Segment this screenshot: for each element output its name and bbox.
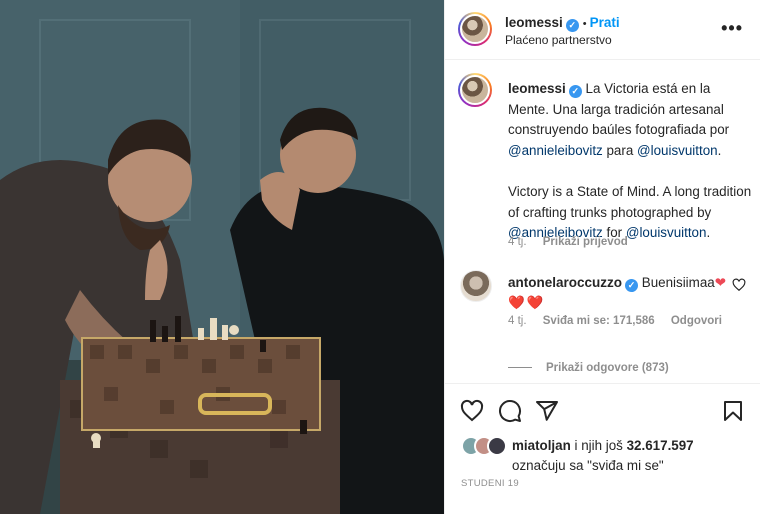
author-line: leomessi ✓ • Prati [505, 14, 620, 32]
comment-icon[interactable] [498, 399, 522, 423]
caption-time[interactable]: 4 tj. [508, 236, 527, 248]
caption-english: Victory is a State of Mind. A long tradi… [508, 184, 752, 220]
caption-avatar[interactable] [458, 73, 492, 107]
post-sidebar: leomessi ✓ • Prati Plaćeno partnerstvo ••• … [444, 0, 760, 514]
verified-badge-icon: ✓ [625, 279, 639, 292]
liker-username[interactable]: miatoljan [512, 438, 571, 453]
translate-button[interactable]: Prikaži prijevod [543, 236, 628, 248]
caption-text: leomessi ✓ La Victoria está en la Mente. … [508, 79, 752, 244]
verified-badge-icon: ✓ [568, 85, 582, 98]
likes-count[interactable]: 32.617.597 [627, 438, 694, 453]
heart-icon[interactable] [460, 399, 484, 423]
caption-meta: 4 tj. Prikaži prijevod [508, 236, 641, 248]
caption-period-2: . [706, 225, 711, 240]
mention-louisvuitton[interactable]: @louisvuitton [637, 143, 718, 158]
caption-para: para [606, 142, 634, 158]
comment-heart-icon[interactable] [732, 278, 746, 292]
post-photo[interactable] [0, 0, 444, 514]
comment-time[interactable]: 4 tj. [508, 315, 527, 327]
heart-emoji-icon: ❤ [714, 275, 726, 290]
likes-line2: označuju sa "sviđa mi se" [512, 458, 664, 473]
comment-text: Buenisiimaa [641, 275, 715, 290]
author-avatar[interactable] [458, 12, 492, 46]
comment-meta: 4 tj. Sviđa mi se: 171,586 Odgovori [508, 315, 735, 327]
view-replies-button[interactable]: Prikaži odgovore (873) [508, 362, 669, 374]
caption-period: . [717, 142, 722, 158]
follow-button[interactable]: Prati [590, 15, 620, 30]
replies-divider [508, 367, 532, 369]
view-replies-label: Prikaži odgovore (873) [546, 362, 669, 374]
mention-annieleibovitz[interactable]: @annieleibovitz [508, 143, 603, 158]
photo-illustration [0, 0, 444, 514]
comment-item: antonelaroccuzzo ✓ Buenisiimaa❤ ❤️❤️ [508, 273, 728, 313]
comment-hearts: ❤️❤️ [508, 295, 546, 310]
reply-button[interactable]: Odgovori [671, 315, 722, 327]
more-options-icon[interactable]: ••• [721, 18, 743, 39]
author-username[interactable]: leomessi [505, 15, 563, 30]
likes-connector: i njih još [570, 438, 627, 453]
bookmark-icon[interactable] [721, 399, 745, 423]
action-bar [445, 383, 760, 435]
commenter-username[interactable]: antonelaroccuzzo [508, 275, 622, 290]
likes-summary: miatoljan i njih još 32.617.597 označuju… [512, 436, 752, 476]
separator-dot: • [582, 18, 587, 30]
share-icon[interactable] [535, 399, 559, 423]
liker-avatar [487, 436, 507, 456]
caption-username[interactable]: leomessi [508, 81, 566, 96]
comment-likes[interactable]: Sviđa mi se: 171,586 [543, 315, 655, 327]
paid-partnership-label[interactable]: Plaćeno partnerstvo [505, 33, 612, 47]
post-date[interactable]: STUDENI 19 [461, 478, 519, 489]
commenter-avatar[interactable] [460, 270, 492, 302]
verified-badge-icon: ✓ [565, 19, 579, 32]
post-header: leomessi ✓ • Prati Plaćeno partnerstvo ••• [445, 0, 760, 60]
